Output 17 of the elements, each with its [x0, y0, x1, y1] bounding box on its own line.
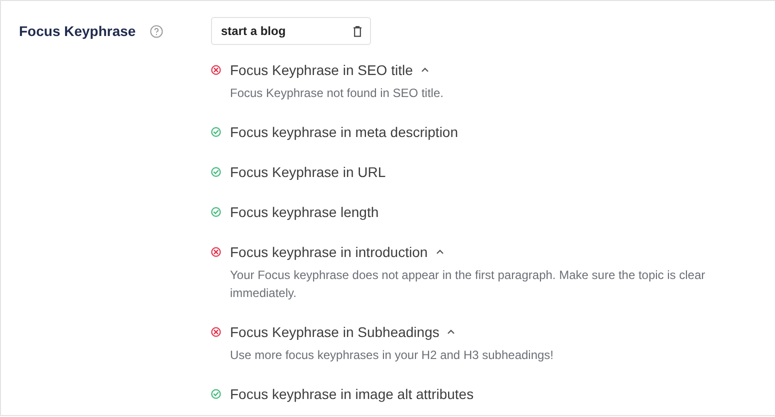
check-title: Focus Keyphrase in URL: [230, 164, 386, 180]
check-title: Focus Keyphrase in Subheadings: [230, 324, 440, 340]
chevron-up-icon[interactable]: [420, 67, 429, 73]
trash-icon[interactable]: [353, 26, 362, 36]
chevron-up-icon[interactable]: [436, 249, 444, 255]
check-title: Focus keyphrase in image alt attributes: [230, 386, 474, 402]
check-title: Focus keyphrase length: [230, 204, 379, 220]
keyphrase-field[interactable]: start a blog: [211, 17, 371, 45]
check-title: Focus Keyphrase in SEO title: [230, 62, 413, 78]
check-description: Use more focus keyphrases in your H2 and H3 subheadings!: [230, 347, 555, 364]
help-icon[interactable]: [150, 24, 163, 38]
check-title: Focus keyphrase in meta description: [230, 124, 458, 140]
check-title: Focus keyphrase in introduction: [230, 244, 428, 260]
field-label: Focus Keyphrase: [19, 23, 136, 39]
check-description: Focus Keyphrase not found in SEO title.: [230, 85, 444, 102]
chevron-up-icon[interactable]: [447, 329, 456, 335]
check-description: Your Focus keyphrase does not appear in the first paragraph. Make sure the topic is clear immediately.: [230, 267, 706, 302]
